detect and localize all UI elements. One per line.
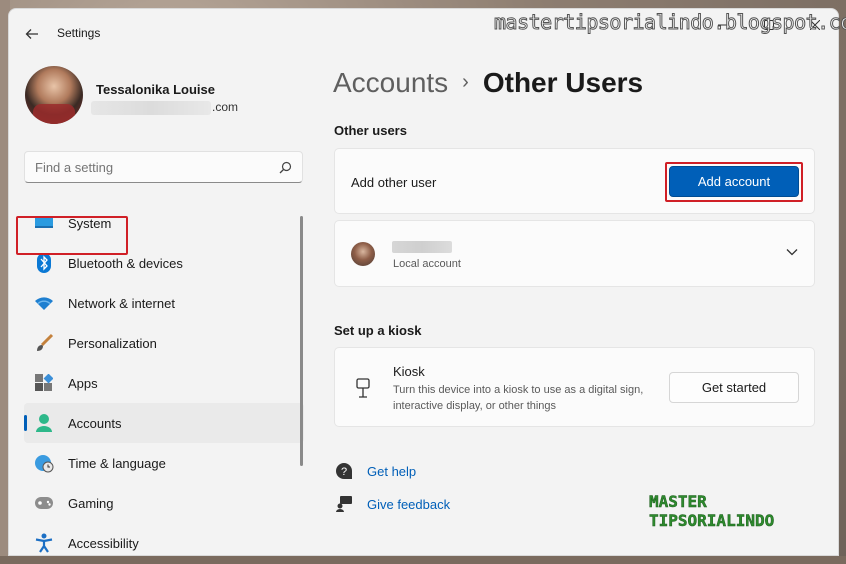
sidebar-item-accessibility[interactable]: Accessibility [24,523,304,555]
breadcrumb-separator: › [462,71,469,93]
add-account-highlight-box [665,162,803,202]
settings-window: Settings Tessalonika Louise .com System [8,8,839,556]
gamepad-icon [34,493,54,513]
back-arrow-icon [25,29,38,39]
brush-icon [34,333,54,353]
accessibility-icon [34,533,54,553]
profile-avatar[interactable] [25,66,83,124]
search-icon[interactable] [279,161,292,174]
accounts-highlight-box [16,216,128,255]
bluetooth-icon [34,253,54,273]
apps-icon [34,373,54,393]
feedback-icon [334,494,354,514]
chevron-down-icon[interactable] [786,248,798,256]
give-feedback-link[interactable]: Give feedback [334,494,450,514]
sidebar-item-label: Time & language [68,455,166,471]
sidebar-item-apps[interactable]: Apps [24,363,304,403]
local-account-label: Local account [393,258,461,270]
sidebar-item-label: Accessibility [68,535,139,551]
sidebar-nav: System Bluetooth & devices Network & int… [24,203,304,555]
local-user-avatar [351,242,375,266]
sidebar-item-label: Apps [68,375,98,391]
svg-text:?: ? [341,466,347,478]
search-box[interactable] [24,151,303,183]
other-users-heading: Other users [334,123,407,138]
kiosk-heading: Set up a kiosk [334,323,422,338]
give-feedback-label[interactable]: Give feedback [367,497,450,512]
globe-clock-icon [34,453,54,473]
get-help-link[interactable]: ? Get help [334,461,416,481]
sidebar-item-network[interactable]: Network & internet [24,283,304,323]
kiosk-card: Kiosk Turn this device into a kiosk to u… [334,347,815,427]
get-help-label[interactable]: Get help [367,464,416,479]
get-started-button[interactable]: Get started [669,372,799,403]
add-other-user-label: Add other user [351,175,437,190]
sidebar-item-accounts[interactable]: Accounts [24,403,304,443]
kiosk-description: Turn this device into a kiosk to use as … [393,384,644,412]
breadcrumb-parent[interactable]: Accounts [333,67,448,98]
kiosk-icon [356,378,370,398]
active-indicator [24,415,27,431]
sidebar-item-label: Gaming [68,495,114,511]
local-user-name-redacted [392,241,452,253]
brand-line-1: MASTER [649,492,707,512]
page-title: Other Users [482,67,644,98]
sidebar-item-label: Accounts [68,415,122,431]
user-email: .com [212,100,239,114]
sidebar-scrollbar[interactable] [300,216,303,466]
background-bottom [0,556,846,564]
sidebar-item-personalization[interactable]: Personalization [24,323,304,363]
app-title: Settings [57,26,101,40]
help-icon: ? [334,461,354,481]
wifi-icon [34,293,54,313]
sidebar-item-time-language[interactable]: Time & language [24,443,304,483]
email-redacted [91,101,211,115]
user-name: Tessalonika Louise [96,82,215,97]
accounts-icon [34,413,54,433]
back-button[interactable] [21,23,43,45]
brand-line-2: TIPSORIALINDO [649,511,775,531]
brand-logo: MASTER TIPSORIALINDO [649,492,775,531]
search-input[interactable] [35,160,255,175]
local-user-card[interactable]: Local account [334,220,815,287]
sidebar-item-label: Bluetooth & devices [68,255,183,271]
kiosk-title: Kiosk [393,364,425,379]
breadcrumb: Accounts › Other Users [333,67,643,99]
watermark-text: mastertipsorialindo.blogspot.com [493,10,846,35]
sidebar-item-label: Network & internet [68,295,175,311]
sidebar-item-label: Personalization [68,335,157,351]
sidebar-item-gaming[interactable]: Gaming [24,483,304,523]
